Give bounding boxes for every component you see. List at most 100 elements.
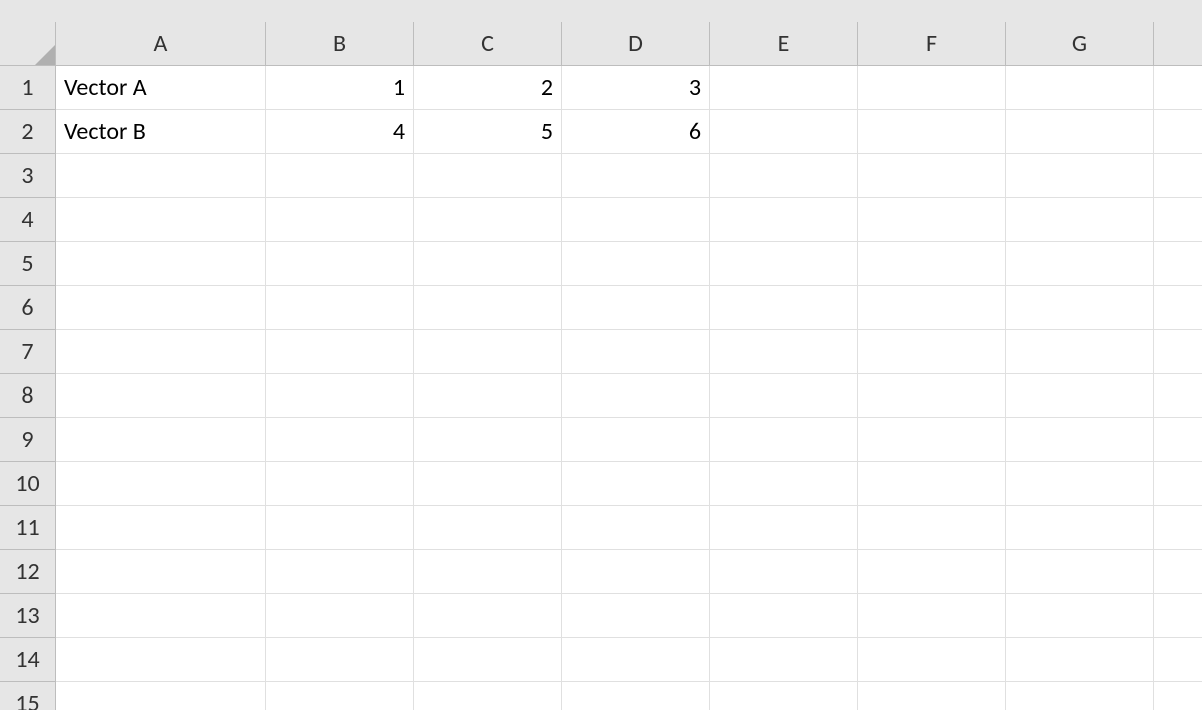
cell-B10[interactable]: [266, 462, 414, 506]
row-header-9[interactable]: 9: [0, 418, 56, 462]
cell-G1[interactable]: [1006, 66, 1154, 110]
cell-C5[interactable]: [414, 242, 562, 286]
row-header-1[interactable]: 1: [0, 66, 56, 110]
cell-F1[interactable]: [858, 66, 1006, 110]
cell-B3[interactable]: [266, 154, 414, 198]
cell-C3[interactable]: [414, 154, 562, 198]
cell-E11[interactable]: [710, 506, 858, 550]
cell-A10[interactable]: [56, 462, 266, 506]
col-header-D[interactable]: D: [562, 22, 710, 66]
cell-C14[interactable]: [414, 638, 562, 682]
cell-F3[interactable]: [858, 154, 1006, 198]
cell-B11[interactable]: [266, 506, 414, 550]
row-header-10[interactable]: 10: [0, 462, 56, 506]
cell-B1[interactable]: 1: [266, 66, 414, 110]
cell-E8[interactable]: [710, 374, 858, 418]
col-header-G[interactable]: G: [1006, 22, 1154, 66]
cell-D13[interactable]: [562, 594, 710, 638]
row-header-3[interactable]: 3: [0, 154, 56, 198]
cell-A6[interactable]: [56, 286, 266, 330]
cell-G3[interactable]: [1006, 154, 1154, 198]
cell-D14[interactable]: [562, 638, 710, 682]
select-all-corner[interactable]: [0, 22, 56, 66]
row-header-8[interactable]: 8: [0, 374, 56, 418]
col-header-F[interactable]: F: [858, 22, 1006, 66]
cell-E14[interactable]: [710, 638, 858, 682]
cell-B8[interactable]: [266, 374, 414, 418]
cell-A14[interactable]: [56, 638, 266, 682]
cell-F2[interactable]: [858, 110, 1006, 154]
cell-A15[interactable]: [56, 682, 266, 710]
cell-C13[interactable]: [414, 594, 562, 638]
cell-C4[interactable]: [414, 198, 562, 242]
cell-G6[interactable]: [1006, 286, 1154, 330]
cell-C1[interactable]: 2: [414, 66, 562, 110]
cell-B13[interactable]: [266, 594, 414, 638]
cell-D12[interactable]: [562, 550, 710, 594]
cell-G5[interactable]: [1006, 242, 1154, 286]
cell-E5[interactable]: [710, 242, 858, 286]
cell-C15[interactable]: [414, 682, 562, 710]
cell-E3[interactable]: [710, 154, 858, 198]
cell-D5[interactable]: [562, 242, 710, 286]
cell-D1[interactable]: 3: [562, 66, 710, 110]
cell-B9[interactable]: [266, 418, 414, 462]
cell-G2[interactable]: [1006, 110, 1154, 154]
cell-F14[interactable]: [858, 638, 1006, 682]
cell-G12[interactable]: [1006, 550, 1154, 594]
cell-D2[interactable]: 6: [562, 110, 710, 154]
cell-C2[interactable]: 5: [414, 110, 562, 154]
cell-B5[interactable]: [266, 242, 414, 286]
cell-F5[interactable]: [858, 242, 1006, 286]
row-header-15[interactable]: 15: [0, 682, 56, 710]
cell-A12[interactable]: [56, 550, 266, 594]
col-header-B[interactable]: B: [266, 22, 414, 66]
cell-B6[interactable]: [266, 286, 414, 330]
cell-A3[interactable]: [56, 154, 266, 198]
cell-E9[interactable]: [710, 418, 858, 462]
cell-C10[interactable]: [414, 462, 562, 506]
cell-A8[interactable]: [56, 374, 266, 418]
cell-D6[interactable]: [562, 286, 710, 330]
cell-C7[interactable]: [414, 330, 562, 374]
cell-E7[interactable]: [710, 330, 858, 374]
cell-B2[interactable]: 4: [266, 110, 414, 154]
col-header-A[interactable]: A: [56, 22, 266, 66]
cell-D11[interactable]: [562, 506, 710, 550]
cell-D15[interactable]: [562, 682, 710, 710]
cell-C11[interactable]: [414, 506, 562, 550]
cell-G15[interactable]: [1006, 682, 1154, 710]
cell-F4[interactable]: [858, 198, 1006, 242]
cell-E2[interactable]: [710, 110, 858, 154]
cell-B12[interactable]: [266, 550, 414, 594]
cell-C6[interactable]: [414, 286, 562, 330]
cell-F8[interactable]: [858, 374, 1006, 418]
cell-G11[interactable]: [1006, 506, 1154, 550]
cell-A13[interactable]: [56, 594, 266, 638]
cell-E10[interactable]: [710, 462, 858, 506]
cell-C8[interactable]: [414, 374, 562, 418]
cell-F6[interactable]: [858, 286, 1006, 330]
row-header-12[interactable]: 12: [0, 550, 56, 594]
cell-A11[interactable]: [56, 506, 266, 550]
cell-D4[interactable]: [562, 198, 710, 242]
cell-E4[interactable]: [710, 198, 858, 242]
cell-A9[interactable]: [56, 418, 266, 462]
cell-F12[interactable]: [858, 550, 1006, 594]
cell-B7[interactable]: [266, 330, 414, 374]
cell-F15[interactable]: [858, 682, 1006, 710]
cell-F9[interactable]: [858, 418, 1006, 462]
cell-A4[interactable]: [56, 198, 266, 242]
cell-F7[interactable]: [858, 330, 1006, 374]
row-header-5[interactable]: 5: [0, 242, 56, 286]
cell-A7[interactable]: [56, 330, 266, 374]
cell-E1[interactable]: [710, 66, 858, 110]
row-header-2[interactable]: 2: [0, 110, 56, 154]
cell-A5[interactable]: [56, 242, 266, 286]
cell-B4[interactable]: [266, 198, 414, 242]
cell-D8[interactable]: [562, 374, 710, 418]
cell-D3[interactable]: [562, 154, 710, 198]
cell-G10[interactable]: [1006, 462, 1154, 506]
cell-F13[interactable]: [858, 594, 1006, 638]
cell-G8[interactable]: [1006, 374, 1154, 418]
